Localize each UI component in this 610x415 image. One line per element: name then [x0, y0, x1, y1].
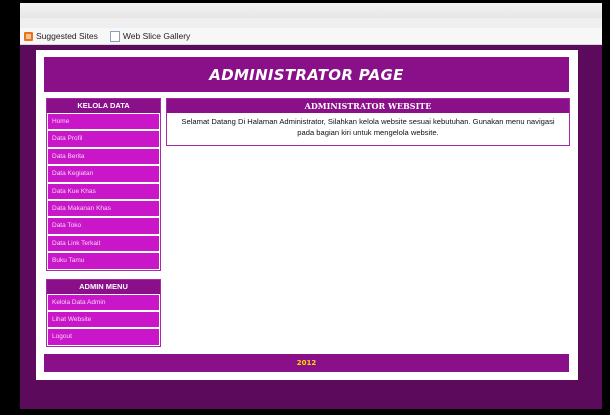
nav-logout[interactable]: Logout — [48, 329, 159, 346]
favorite-suggested-sites[interactable]: Suggested Sites — [24, 31, 98, 41]
nav-home[interactable]: Home — [48, 114, 159, 131]
favorites-bar: Suggested Sites Web Slice Gallery — [20, 28, 602, 45]
browser-title-strip — [20, 3, 602, 18]
window-left-border — [0, 18, 20, 415]
suggested-sites-icon — [24, 31, 33, 41]
page-viewport: ADMINISTRATOR PAGE KELOLA DATA Home Data… — [20, 45, 602, 409]
nav-data-toko[interactable]: Data Toko — [48, 218, 159, 235]
window-bottom-border — [0, 409, 610, 415]
content-title: ADMINISTRATOR WEBSITE — [167, 99, 569, 113]
sidebar: KELOLA DATA Home Data Profil Data Berita… — [46, 98, 161, 355]
kelola-data-menu: KELOLA DATA Home Data Profil Data Berita… — [46, 98, 161, 271]
page-title: ADMINISTRATOR PAGE — [44, 57, 569, 92]
page-icon — [109, 30, 120, 42]
favorite-web-slice-gallery[interactable]: Web Slice Gallery — [109, 30, 191, 42]
main-content: ADMINISTRATOR WEBSITE Selamat Datang Di … — [166, 98, 570, 146]
page-container: ADMINISTRATOR PAGE KELOLA DATA Home Data… — [36, 50, 578, 380]
nav-data-link-terkait[interactable]: Data Link Terkait — [48, 235, 159, 253]
nav-data-makanan-khas[interactable]: Data Makanan Khas — [48, 200, 159, 218]
favorite-label: Web Slice Gallery — [122, 31, 191, 41]
nav-data-berita[interactable]: Data Berita — [48, 148, 159, 166]
kelola-data-title: KELOLA DATA — [47, 99, 160, 113]
nav-kelola-data-admin[interactable]: Kelola Data Admin — [48, 294, 159, 311]
nav-lihat-website[interactable]: Lihat Website — [48, 311, 159, 329]
nav-data-kegiatan[interactable]: Data Kegiatan — [48, 166, 159, 183]
nav-data-kue-khas[interactable]: Data Kue Khas — [48, 183, 159, 200]
window-right-border — [602, 18, 610, 415]
browser-titlebar — [0, 0, 610, 18]
admin-menu: ADMIN MENU Kelola Data Admin Lihat Websi… — [46, 278, 161, 347]
welcome-text: Selamat Datang Di Halaman Administrator,… — [181, 117, 555, 137]
favorite-label: Suggested Sites — [36, 31, 98, 41]
admin-menu-title: ADMIN MENU — [47, 279, 160, 294]
footer: 2012 — [44, 354, 569, 372]
browser-toolbar-gap — [20, 18, 602, 28]
nav-buku-tamu[interactable]: Buku Tamu — [48, 253, 159, 270]
nav-data-profil[interactable]: Data Profil — [48, 131, 159, 148]
